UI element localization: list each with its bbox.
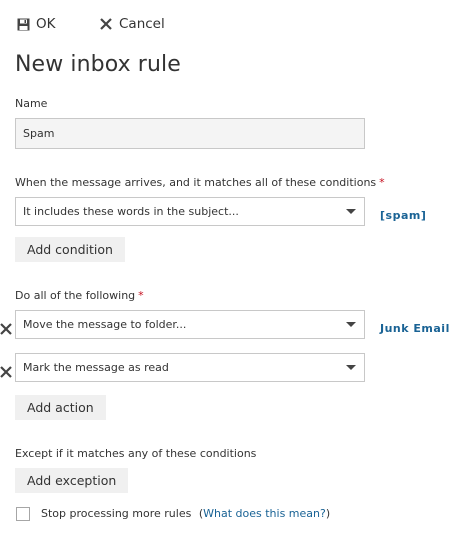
save-icon xyxy=(16,17,30,31)
page-title: New inbox rule xyxy=(15,52,181,77)
actions-label-text: Do all of the following xyxy=(15,289,136,302)
conditions-label-text: When the message arrives, and it matches… xyxy=(15,176,377,189)
delete-x-icon[interactable] xyxy=(0,323,12,335)
required-mark: * xyxy=(379,176,385,189)
add-condition-button[interactable]: Add condition xyxy=(15,237,125,262)
add-exception-button[interactable]: Add exception xyxy=(15,468,129,493)
condition-dropdown-value: It includes these words in the subject..… xyxy=(23,205,239,218)
cancel-button[interactable]: Cancel xyxy=(99,14,165,34)
action-dropdown-1[interactable]: Move the message to folder... xyxy=(15,310,365,339)
name-label: Name xyxy=(15,97,48,110)
caret-down-icon xyxy=(346,365,356,370)
ok-label: OK xyxy=(36,16,56,32)
what-does-this-mean-link[interactable]: What does this mean? xyxy=(203,507,326,520)
condition-value-link[interactable]: [spam] xyxy=(380,209,426,222)
required-mark: * xyxy=(138,289,144,302)
stop-processing-label: Stop processing more rules (What does th… xyxy=(41,507,330,520)
stop-processing-checkbox[interactable] xyxy=(16,507,30,521)
help-paren-close: ) xyxy=(325,507,331,520)
actions-label: Do all of the following * xyxy=(15,289,144,302)
action-dropdown-value: Mark the message as read xyxy=(23,361,169,374)
delete-x-icon[interactable] xyxy=(0,366,12,378)
condition-dropdown[interactable]: It includes these words in the subject..… xyxy=(15,197,365,226)
stop-processing-text: Stop processing more rules xyxy=(41,507,192,520)
action-dropdown-2[interactable]: Mark the message as read xyxy=(15,353,365,382)
cancel-label: Cancel xyxy=(119,16,165,32)
add-action-button[interactable]: Add action xyxy=(15,395,106,420)
exceptions-label: Except if it matches any of these condit… xyxy=(15,447,257,460)
action-dropdown-value: Move the message to folder... xyxy=(23,318,187,331)
action-value-link[interactable]: Junk Email xyxy=(380,322,450,335)
close-icon xyxy=(99,17,113,31)
name-input[interactable]: Spam xyxy=(15,118,365,149)
caret-down-icon xyxy=(346,322,356,327)
caret-down-icon xyxy=(346,209,356,214)
conditions-label: When the message arrives, and it matches… xyxy=(15,176,385,189)
ok-button[interactable]: OK xyxy=(16,14,55,34)
